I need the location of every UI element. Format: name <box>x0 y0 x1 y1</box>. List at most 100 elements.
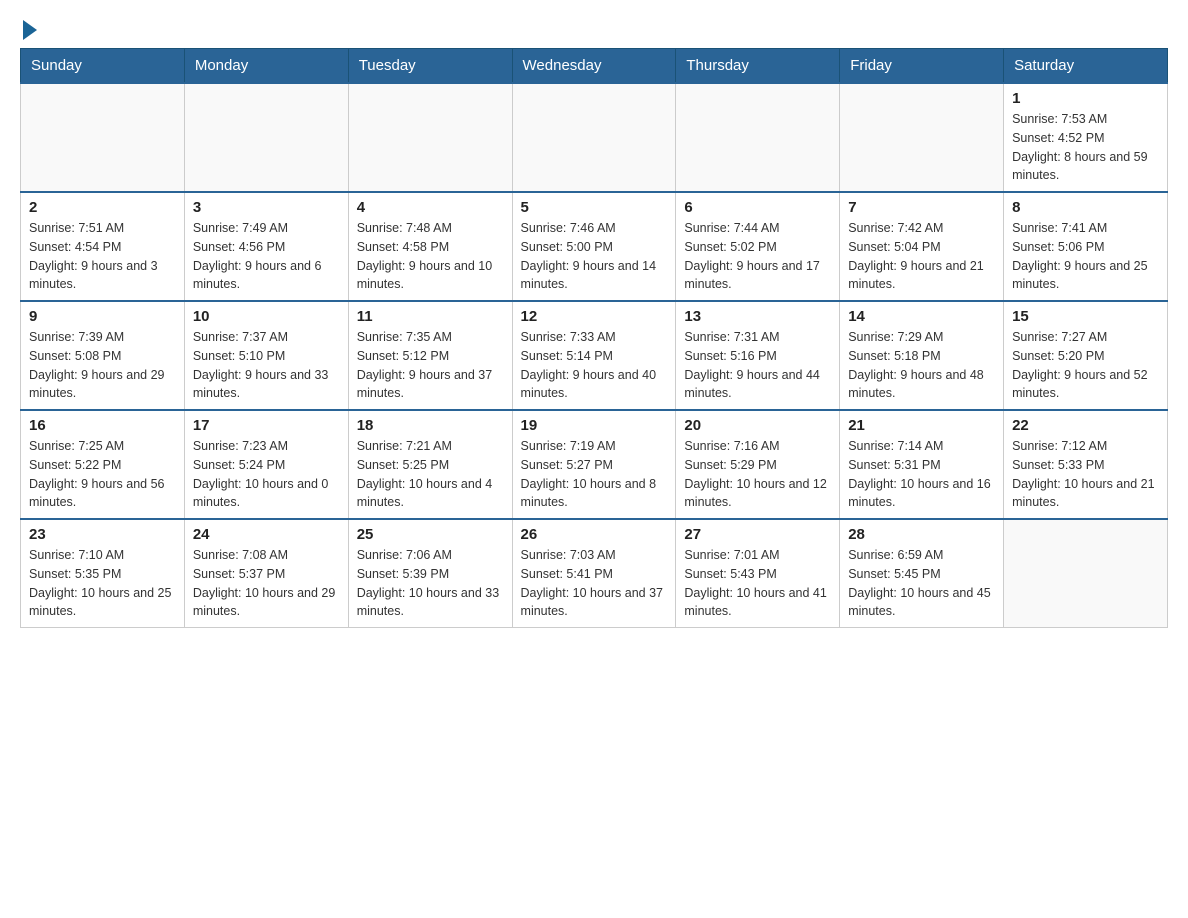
day-info-text: Sunrise: 7:25 AM <box>29 437 176 456</box>
calendar-day-cell: 22Sunrise: 7:12 AMSunset: 5:33 PMDayligh… <box>1004 410 1168 519</box>
calendar-day-cell: 21Sunrise: 7:14 AMSunset: 5:31 PMDayligh… <box>840 410 1004 519</box>
day-info-text: Daylight: 9 hours and 17 minutes. <box>684 257 831 295</box>
calendar-day-cell: 26 Sunrise: 7:03 AMSunset: 5:41 PMDayligh… <box>512 519 676 628</box>
calendar-day-cell: 16Sunrise: 7:25 AMSunset: 5:22 PMDayligh… <box>21 410 185 519</box>
day-info-text: Sunset: 5:08 PM <box>29 347 176 366</box>
day-info-text: Sunrise: 7:48 AM <box>357 219 504 238</box>
day-info-text: Sunset: 5:04 PM <box>848 238 995 257</box>
day-info-text: Sunrise: 7:23 AM <box>193 437 340 456</box>
day-info-text: Sunrise: 7:01 AM <box>684 546 831 565</box>
day-number: 28 <box>848 526 995 543</box>
day-info-text: Daylight: 9 hours and 44 minutes. <box>684 366 831 404</box>
day-info-text: Sunrise: 7:39 AM <box>29 328 176 347</box>
day-info-text: Sunrise: 7:49 AM <box>193 219 340 238</box>
day-info-text: Sunset: 5:22 PM <box>29 456 176 475</box>
day-number: 8 <box>1012 199 1159 216</box>
calendar-day-cell: 17Sunrise: 7:23 AMSunset: 5:24 PMDayligh… <box>184 410 348 519</box>
day-info-text: Sunset: 5:06 PM <box>1012 238 1159 257</box>
day-info-text: Sunrise: 7:16 AM <box>684 437 831 456</box>
day-number: 10 <box>193 308 340 325</box>
day-info-text: Daylight: 10 hours and 16 minutes. <box>848 475 995 513</box>
day-number: 4 <box>357 199 504 216</box>
calendar-day-cell <box>512 83 676 192</box>
day-info-text: Daylight: 9 hours and 14 minutes. <box>521 257 668 295</box>
day-info-text: Sunset: 5:14 PM <box>521 347 668 366</box>
day-info-text: Sunset: 4:56 PM <box>193 238 340 257</box>
day-info-text: Sunset: 5:37 PM <box>193 565 340 584</box>
day-info-text: Sunrise: 7:03 AM <box>521 546 668 565</box>
day-info-text: Sunrise: 7:21 AM <box>357 437 504 456</box>
day-of-week-header: Sunday <box>21 49 185 84</box>
day-info-text: Daylight: 9 hours and 3 minutes. <box>29 257 176 295</box>
calendar-week-row: 1Sunrise: 7:53 AMSunset: 4:52 PMDaylight… <box>21 83 1168 192</box>
day-info-text: Sunset: 5:41 PM <box>521 565 668 584</box>
day-number: 5 <box>521 199 668 216</box>
day-number: 2 <box>29 199 176 216</box>
day-info-text: Daylight: 9 hours and 10 minutes. <box>357 257 504 295</box>
day-info-text: Sunrise: 7:53 AM <box>1012 110 1159 129</box>
day-info-text: Daylight: 10 hours and 37 minutes. <box>521 584 668 622</box>
day-info-text: Daylight: 9 hours and 29 minutes. <box>29 366 176 404</box>
calendar-week-row: 9Sunrise: 7:39 AMSunset: 5:08 PMDaylight… <box>21 301 1168 410</box>
day-of-week-header: Wednesday <box>512 49 676 84</box>
day-info-text: Daylight: 9 hours and 48 minutes. <box>848 366 995 404</box>
calendar-day-cell: 5Sunrise: 7:46 AMSunset: 5:00 PMDaylight… <box>512 192 676 301</box>
day-number: 25 <box>357 526 504 543</box>
calendar-day-cell: 2 Sunrise: 7:51 AMSunset: 4:54 PMDaylight… <box>21 192 185 301</box>
day-info-text: Sunrise: 7:46 AM <box>521 219 668 238</box>
day-info-text: Sunrise: 7:08 AM <box>193 546 340 565</box>
logo-general-text <box>20 20 37 42</box>
day-number: 15 <box>1012 308 1159 325</box>
day-number: 12 <box>521 308 668 325</box>
day-of-week-header: Tuesday <box>348 49 512 84</box>
day-number: 19 <box>521 417 668 434</box>
day-info-text: Sunset: 5:25 PM <box>357 456 504 475</box>
day-info-text: Sunset: 5:29 PM <box>684 456 831 475</box>
calendar-day-cell: 6Sunrise: 7:44 AMSunset: 5:02 PMDaylight… <box>676 192 840 301</box>
calendar-day-cell <box>840 83 1004 192</box>
calendar-day-cell: 4 Sunrise: 7:48 AMSunset: 4:58 PMDaylight… <box>348 192 512 301</box>
day-info-text: Daylight: 9 hours and 56 minutes. <box>29 475 176 513</box>
logo <box>20 20 37 38</box>
day-of-week-header: Saturday <box>1004 49 1168 84</box>
day-info-text: Sunset: 4:54 PM <box>29 238 176 257</box>
day-number: 14 <box>848 308 995 325</box>
day-info-text: Sunrise: 7:37 AM <box>193 328 340 347</box>
calendar-day-cell <box>184 83 348 192</box>
day-number: 22 <box>1012 417 1159 434</box>
calendar-day-cell: 10Sunrise: 7:37 AMSunset: 5:10 PMDayligh… <box>184 301 348 410</box>
calendar-day-cell: 7Sunrise: 7:42 AMSunset: 5:04 PMDaylight… <box>840 192 1004 301</box>
calendar-day-cell: 18Sunrise: 7:21 AMSunset: 5:25 PMDayligh… <box>348 410 512 519</box>
day-number: 26 <box>521 526 668 543</box>
calendar-day-cell: 14Sunrise: 7:29 AMSunset: 5:18 PMDayligh… <box>840 301 1004 410</box>
day-of-week-header: Friday <box>840 49 1004 84</box>
day-info-text: Sunset: 5:18 PM <box>848 347 995 366</box>
day-number: 13 <box>684 308 831 325</box>
calendar-day-cell: 24 Sunrise: 7:08 AMSunset: 5:37 PMDayligh… <box>184 519 348 628</box>
calendar-header-row: SundayMondayTuesdayWednesdayThursdayFrid… <box>21 49 1168 84</box>
day-info-text: Sunrise: 7:06 AM <box>357 546 504 565</box>
day-info-text: Sunset: 4:58 PM <box>357 238 504 257</box>
day-info-text: Sunset: 5:12 PM <box>357 347 504 366</box>
calendar-day-cell: 12Sunrise: 7:33 AMSunset: 5:14 PMDayligh… <box>512 301 676 410</box>
day-info-text: Sunrise: 7:51 AM <box>29 219 176 238</box>
day-info-text: Sunrise: 7:14 AM <box>848 437 995 456</box>
day-number: 6 <box>684 199 831 216</box>
day-info-text: Daylight: 9 hours and 40 minutes. <box>521 366 668 404</box>
day-info-text: Sunrise: 7:42 AM <box>848 219 995 238</box>
day-info-text: Sunset: 5:02 PM <box>684 238 831 257</box>
day-info-text: Daylight: 9 hours and 25 minutes. <box>1012 257 1159 295</box>
day-info-text: Daylight: 9 hours and 52 minutes. <box>1012 366 1159 404</box>
day-number: 24 <box>193 526 340 543</box>
calendar-day-cell: 28Sunrise: 6:59 AMSunset: 5:45 PMDayligh… <box>840 519 1004 628</box>
day-number: 27 <box>684 526 831 543</box>
calendar-day-cell: 3Sunrise: 7:49 AMSunset: 4:56 PMDaylight… <box>184 192 348 301</box>
day-info-text: Daylight: 10 hours and 29 minutes. <box>193 584 340 622</box>
day-number: 23 <box>29 526 176 543</box>
calendar-day-cell <box>21 83 185 192</box>
day-info-text: Sunrise: 7:19 AM <box>521 437 668 456</box>
calendar-day-cell: 20Sunrise: 7:16 AMSunset: 5:29 PMDayligh… <box>676 410 840 519</box>
calendar-table: SundayMondayTuesdayWednesdayThursdayFrid… <box>20 48 1168 628</box>
calendar-day-cell: 9Sunrise: 7:39 AMSunset: 5:08 PMDaylight… <box>21 301 185 410</box>
calendar-day-cell: 11Sunrise: 7:35 AMSunset: 5:12 PMDayligh… <box>348 301 512 410</box>
